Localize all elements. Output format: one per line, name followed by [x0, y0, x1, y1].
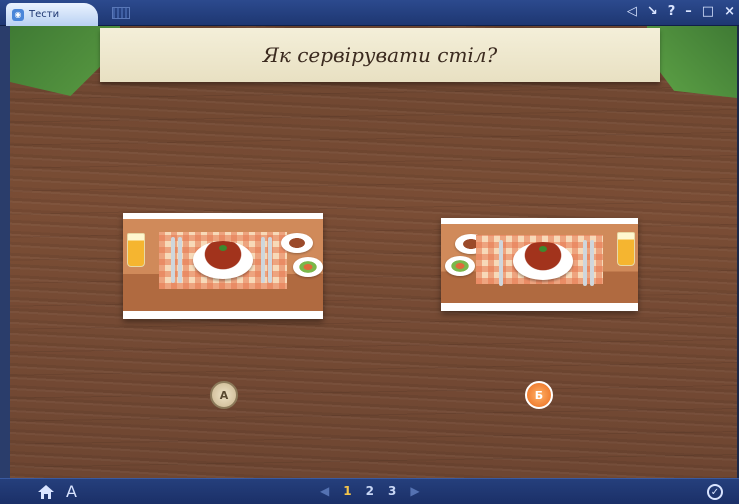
tab-label: Тести	[29, 9, 60, 20]
close-icon[interactable]: ×	[724, 4, 735, 20]
juice-glass	[127, 233, 145, 267]
title-bar: ◉ Тести ◁ ↘ ? – □ ×	[0, 0, 739, 26]
minimize-icon[interactable]: –	[685, 4, 692, 20]
maximize-icon[interactable]: □	[702, 4, 714, 20]
answer-card-a[interactable]	[123, 213, 323, 319]
left-border	[0, 26, 10, 478]
window-controls: ◁ ↘ ? – □ ×	[627, 4, 735, 20]
check-icon[interactable]: ✓	[707, 484, 723, 500]
fork	[178, 237, 182, 283]
answer-card-b[interactable]	[441, 218, 638, 311]
knife	[583, 240, 587, 286]
prev-page-button[interactable]: ◀	[320, 484, 329, 498]
option-a-button[interactable]: А	[210, 381, 238, 409]
app-tab-icon: ◉	[12, 8, 24, 21]
fork	[171, 237, 175, 283]
soup-bowl	[193, 241, 253, 279]
page-2-button[interactable]: 2	[366, 484, 374, 498]
side-plate	[281, 233, 313, 253]
option-b-label: Б	[534, 388, 544, 402]
page-navigation: ◀ 1 2 3 ▶	[320, 484, 420, 498]
salad-plate	[293, 257, 323, 277]
bottom-toolbar: A ◀ 1 2 3 ▶ ✓	[0, 478, 739, 504]
tab-tests[interactable]: ◉ Тести	[6, 3, 98, 26]
font-size-button[interactable]: A	[66, 482, 77, 501]
spoon	[590, 240, 594, 286]
option-b-button[interactable]: Б	[525, 381, 553, 409]
knife	[261, 237, 265, 283]
option-a-label: А	[219, 388, 229, 402]
fork	[499, 240, 503, 286]
next-page-button[interactable]: ▶	[410, 484, 419, 498]
page-3-button[interactable]: 3	[388, 484, 396, 498]
salad-plate	[445, 256, 475, 276]
question-banner: Як сервірувати стіл?	[100, 28, 660, 82]
grid-view-icon[interactable]	[112, 7, 130, 19]
help-icon[interactable]: ?	[668, 4, 676, 20]
soup-bowl	[513, 242, 573, 280]
page-1-button[interactable]: 1	[343, 484, 351, 498]
table-setting-image-b	[441, 224, 638, 303]
home-icon[interactable]	[38, 485, 54, 499]
spoon	[268, 237, 272, 283]
question-title: Як сервірувати стіл?	[262, 43, 498, 67]
pointer-icon[interactable]: ↘	[647, 4, 658, 20]
table-setting-image-a	[123, 219, 323, 311]
back-icon[interactable]: ◁	[627, 4, 637, 20]
juice-glass	[617, 232, 635, 266]
